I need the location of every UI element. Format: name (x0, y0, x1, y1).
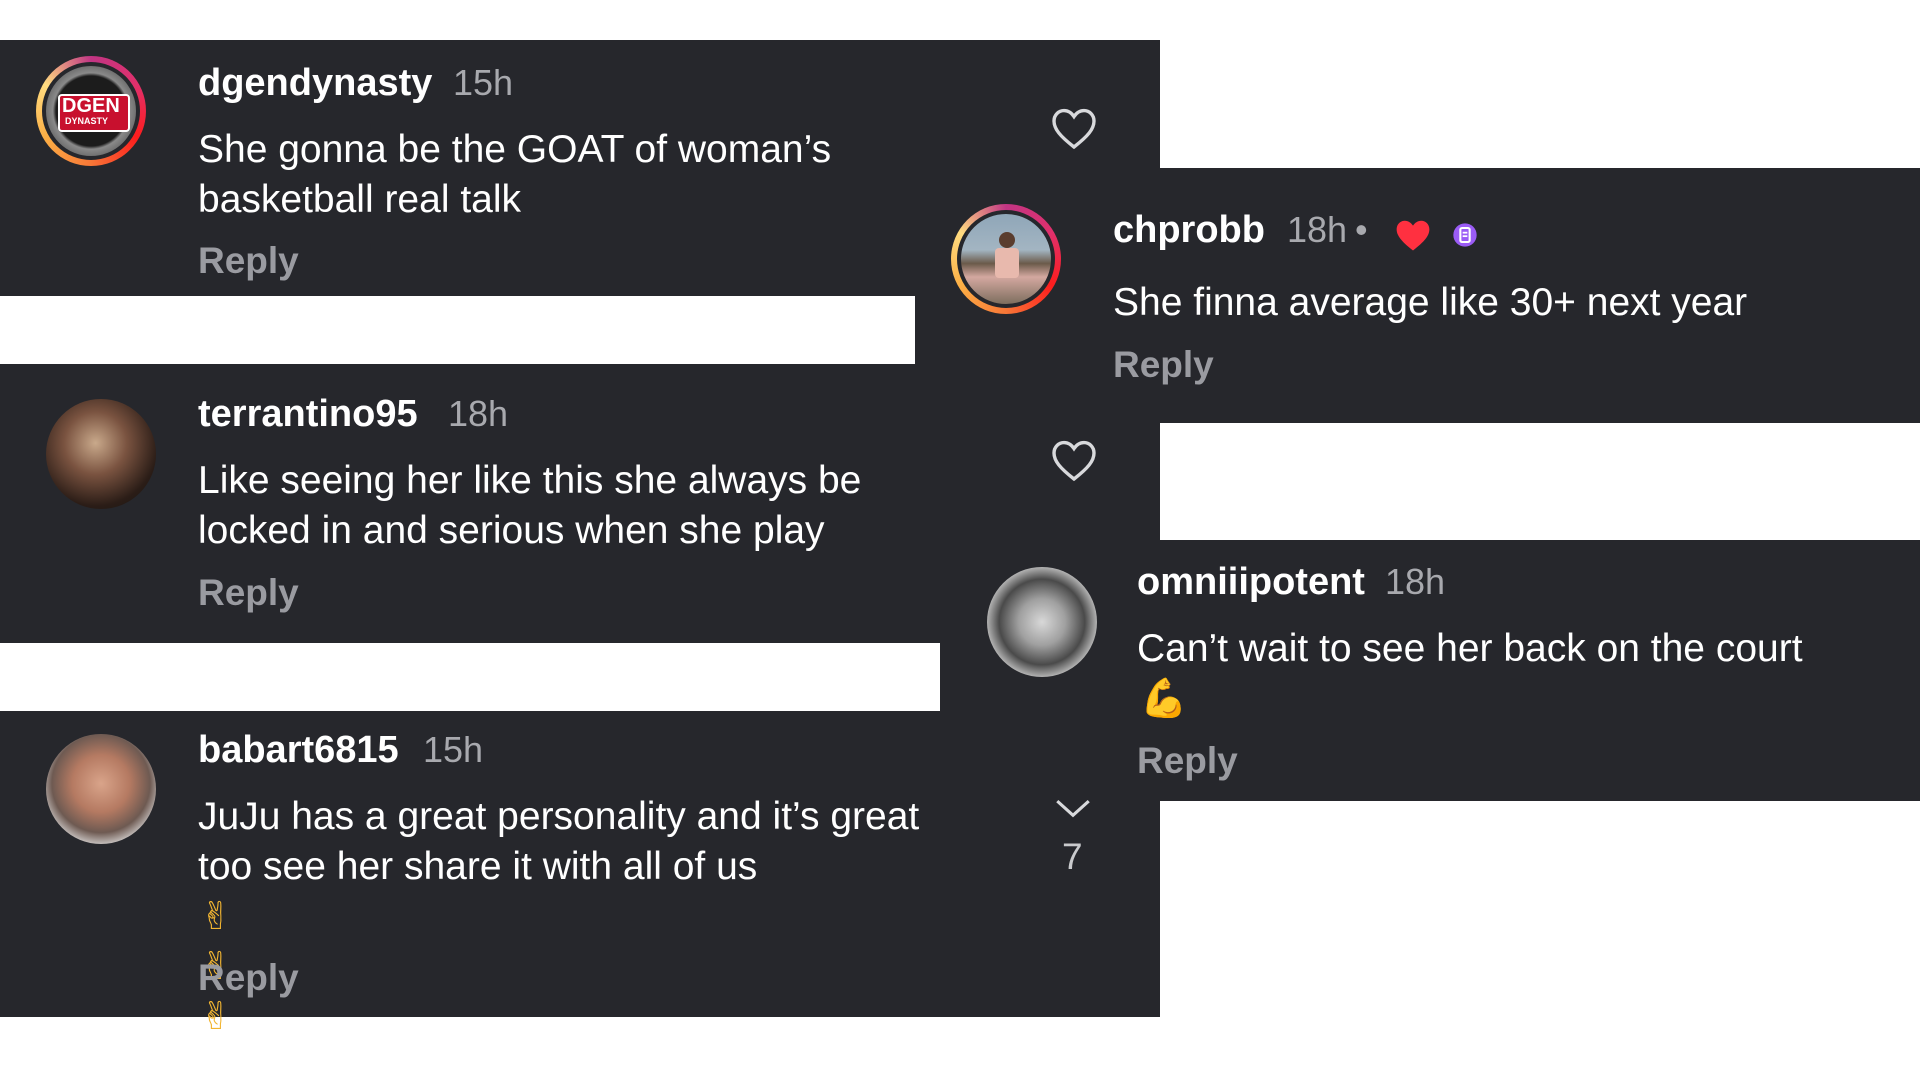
username[interactable]: chprobb (1113, 209, 1265, 252)
verified-badge-icon (1453, 223, 1477, 247)
avatar[interactable] (987, 567, 1097, 677)
comment-emoji: 💪 (1140, 678, 1188, 720)
timestamp: 15h (423, 729, 484, 770)
heart-outline-icon[interactable] (1050, 438, 1098, 482)
username[interactable]: dgendynasty (198, 62, 432, 105)
reply-button[interactable]: Reply (1137, 740, 1238, 782)
username[interactable]: terrantino95 (198, 393, 418, 436)
separator-dot: • (1355, 209, 1368, 250)
chevron-down-icon[interactable] (1053, 798, 1093, 820)
avatar[interactable] (46, 399, 156, 509)
comment-text: Like seeing her like this she always be … (198, 459, 862, 552)
avatar[interactable]: DGEN DYNASTY (36, 56, 146, 166)
timestamp: 15h (453, 62, 514, 103)
comment-text: She finna average like 30+ next year (1113, 281, 1748, 324)
avatar[interactable] (46, 734, 156, 844)
comment-text: She gonna be the GOAT of woman’s basketb… (198, 128, 832, 221)
timestamp: 18h (1287, 209, 1348, 250)
timestamp: 18h (448, 393, 509, 434)
avatar[interactable] (951, 204, 1061, 314)
username[interactable]: omniiipotent (1137, 561, 1365, 604)
heart-outline-icon[interactable] (1050, 106, 1098, 150)
comment-text: JuJu has a great personality and it’s gr… (198, 795, 920, 888)
avatar-logo-text: DGEN (62, 95, 120, 117)
username[interactable]: babart6815 (198, 729, 399, 772)
reply-button[interactable]: Reply (198, 572, 299, 614)
heart-filled-icon (1396, 220, 1430, 251)
avatar-logo-subtext: DYNASTY (65, 116, 109, 126)
likes-count: 7 (1062, 836, 1083, 877)
comment-text: Can’t wait to see her back on the court (1137, 627, 1803, 670)
reply-button[interactable]: Reply (198, 957, 299, 999)
reply-button[interactable]: Reply (198, 240, 299, 282)
timestamp: 18h (1385, 561, 1446, 602)
reply-button[interactable]: Reply (1113, 344, 1214, 386)
